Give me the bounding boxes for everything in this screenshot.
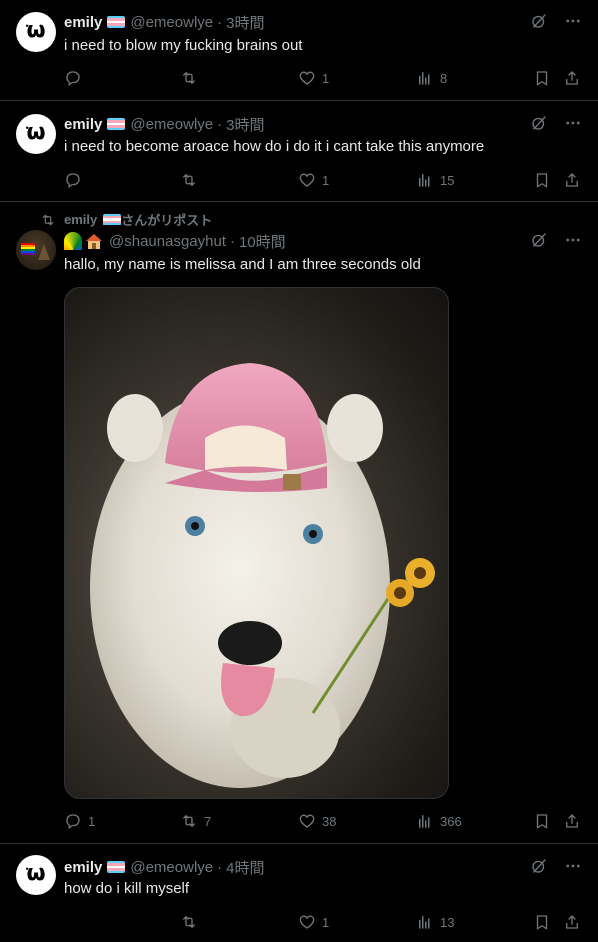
more-icon[interactable] xyxy=(564,114,582,132)
share-button[interactable] xyxy=(563,912,581,932)
trans-flag-emoji xyxy=(103,213,122,226)
post[interactable]: • • ω emily @emeowlye · 3時間 i need to bec… xyxy=(0,101,598,202)
repost-indicator[interactable]: emily さんがリポスト xyxy=(40,210,212,229)
separator: · xyxy=(217,13,223,31)
post-text: how do i kill myself xyxy=(64,880,190,897)
reposter-name[interactable]: emily xyxy=(64,212,97,227)
grok-icon[interactable] xyxy=(530,857,548,875)
like-button[interactable]: 1 xyxy=(298,912,329,932)
views-count: 8 xyxy=(440,70,448,86)
avatar[interactable]: • • ω xyxy=(16,114,56,154)
reply-button[interactable]: 1 xyxy=(64,811,95,831)
repost-button[interactable] xyxy=(180,68,204,88)
like-count: 1 xyxy=(322,70,330,86)
repost-button[interactable] xyxy=(180,912,204,932)
views-button[interactable]: 366 xyxy=(416,811,462,831)
post[interactable]: • • ω emily @emeowlye · 4時間 how do i kill… xyxy=(0,844,598,942)
post-text: i need to blow my fucking brains out xyxy=(64,37,303,54)
repost-button[interactable]: 7 xyxy=(180,811,211,831)
grok-icon[interactable] xyxy=(530,114,548,132)
bookmark-button[interactable] xyxy=(533,811,551,831)
display-name[interactable]: emily xyxy=(64,116,102,133)
post[interactable]: • • ω emily @emeowlye · 3時間 i need to blo… xyxy=(0,0,598,101)
timestamp[interactable]: 4時間 xyxy=(226,857,264,878)
house-emoji xyxy=(85,232,103,250)
separator: · xyxy=(217,115,223,133)
more-icon[interactable] xyxy=(564,231,582,249)
timestamp[interactable]: 3時間 xyxy=(226,12,264,33)
post-text: hallo, my name is melissa and I am three… xyxy=(64,256,421,273)
bookmark-button[interactable] xyxy=(533,912,551,932)
share-button[interactable] xyxy=(563,170,581,190)
rainbow-flag-icon xyxy=(21,243,50,260)
views-button[interactable]: 13 xyxy=(416,912,454,932)
polar-bear-cub-photo xyxy=(90,363,435,788)
handle[interactable]: @emeowlye xyxy=(130,14,213,31)
rainbow-emoji xyxy=(64,232,82,250)
avatar[interactable]: • • ω xyxy=(16,12,56,52)
bookmark-button[interactable] xyxy=(533,170,551,190)
repost-icon xyxy=(40,212,56,228)
views-count: 366 xyxy=(440,813,462,829)
avatar[interactable] xyxy=(16,230,56,270)
reply-button[interactable] xyxy=(64,68,88,88)
trans-flag-emoji xyxy=(107,861,126,873)
like-button[interactable]: 1 xyxy=(298,68,329,88)
handle[interactable]: @emeowlye xyxy=(130,116,213,133)
repost-button[interactable] xyxy=(180,170,204,190)
like-button[interactable]: 1 xyxy=(298,170,329,190)
like-count: 1 xyxy=(322,172,330,188)
share-button[interactable] xyxy=(563,811,581,831)
handle[interactable]: @shaunasgayhut xyxy=(109,233,226,250)
reply-button[interactable] xyxy=(64,170,88,190)
display-name[interactable]: emily xyxy=(64,859,102,876)
post-text: i need to become aroace how do i do it i… xyxy=(64,138,485,155)
timestamp[interactable]: 3時間 xyxy=(226,114,264,135)
avatar[interactable]: • • ω xyxy=(16,855,56,895)
views-button[interactable]: 15 xyxy=(416,170,454,190)
trans-flag-emoji xyxy=(107,118,126,130)
views-button[interactable]: 8 xyxy=(416,68,447,88)
more-icon[interactable] xyxy=(564,857,582,875)
separator: · xyxy=(229,232,235,250)
more-icon[interactable] xyxy=(564,12,582,30)
like-button[interactable]: 38 xyxy=(298,811,336,831)
share-button[interactable] xyxy=(563,68,581,88)
handle[interactable]: @emeowlye xyxy=(130,859,213,876)
views-count: 15 xyxy=(440,172,455,188)
repost-suffix: さんがリポスト xyxy=(121,213,213,228)
trans-flag-emoji xyxy=(107,16,126,28)
like-count: 38 xyxy=(322,813,337,829)
timestamp[interactable]: 10時間 xyxy=(239,231,286,252)
bookmark-button[interactable] xyxy=(533,68,551,88)
like-count: 1 xyxy=(322,914,330,930)
post-image[interactable] xyxy=(64,287,449,799)
grok-icon[interactable] xyxy=(530,231,548,249)
reply-count: 1 xyxy=(88,813,96,829)
repost-count: 7 xyxy=(204,813,212,829)
views-count: 13 xyxy=(440,914,455,930)
separator: · xyxy=(217,858,223,876)
grok-icon[interactable] xyxy=(530,12,548,30)
display-name[interactable]: emily xyxy=(64,14,102,31)
